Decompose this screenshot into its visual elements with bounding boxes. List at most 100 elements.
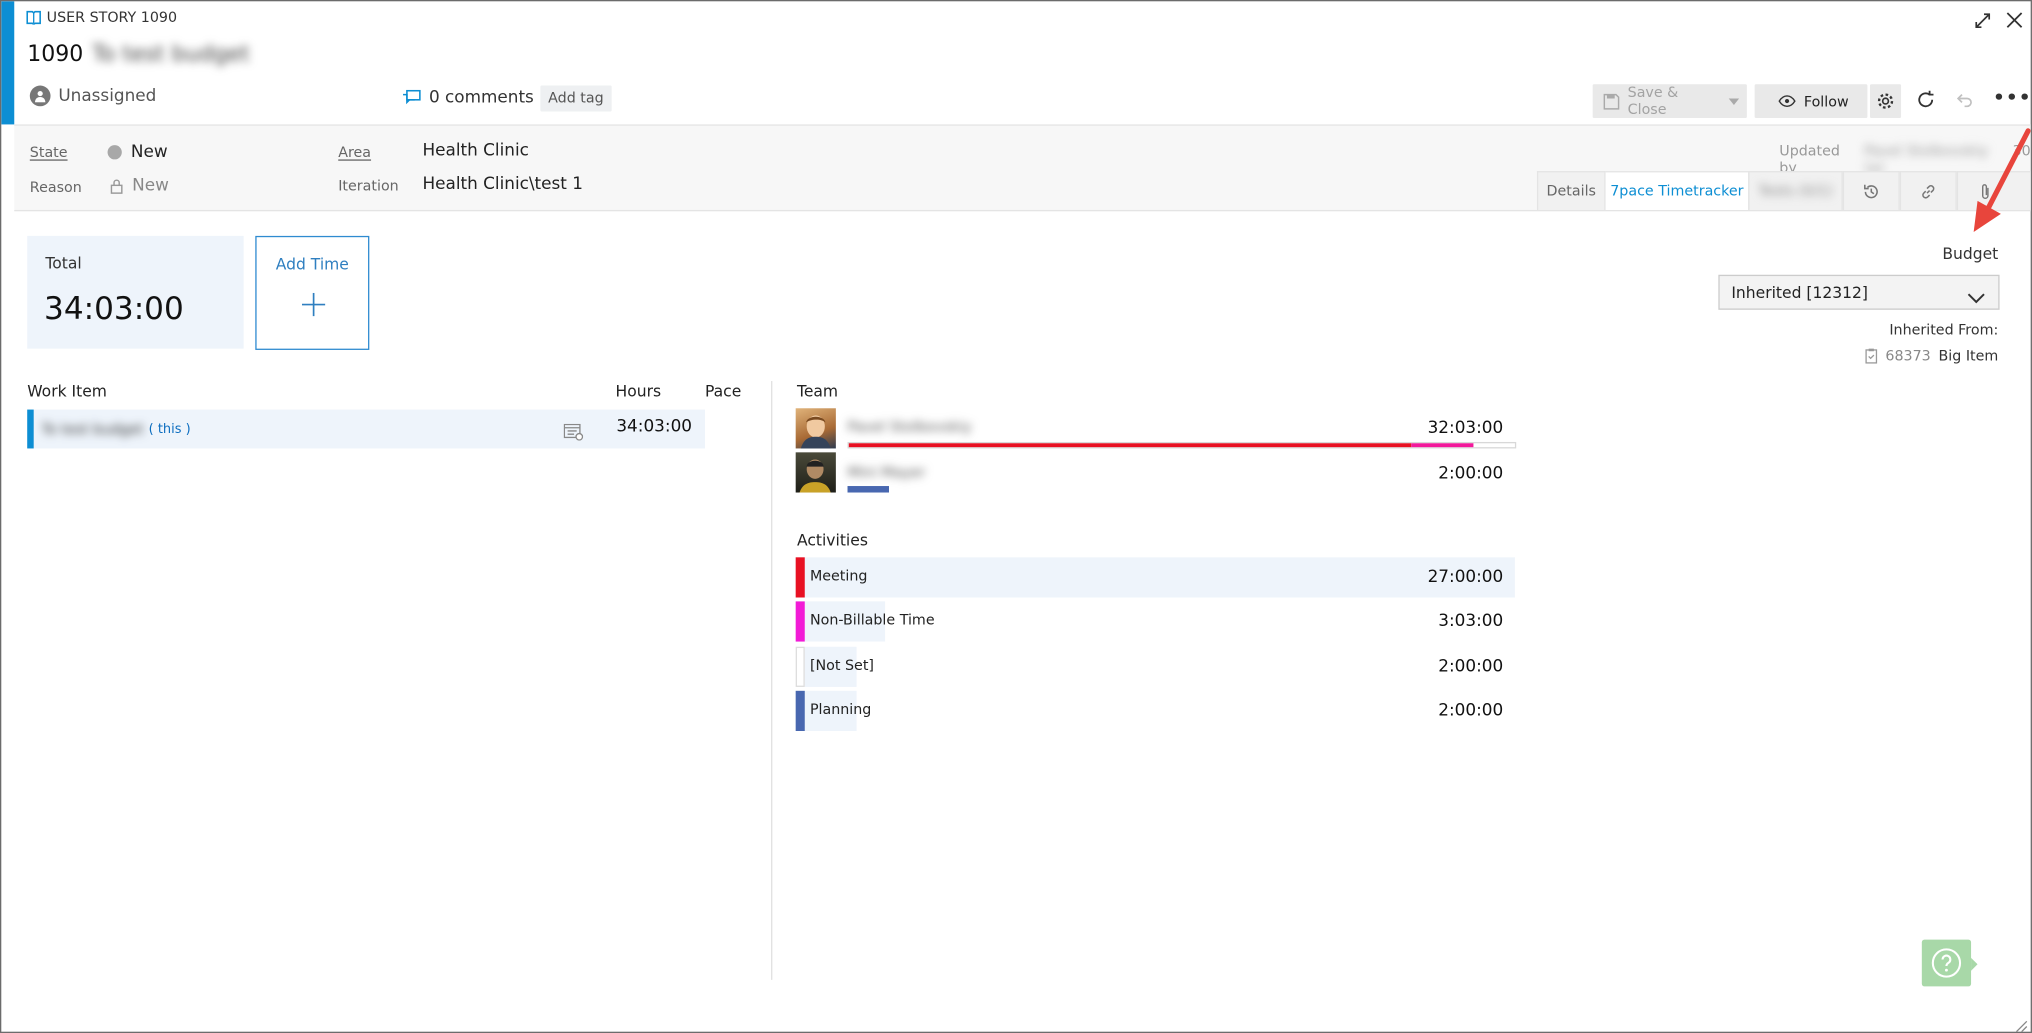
activity-row: [Not Set] 2:00:00 [795, 646, 1515, 687]
area-value[interactable]: Health Clinic [422, 141, 528, 160]
activity-row: Planning 2:00:00 [795, 690, 1515, 731]
state-picker[interactable]: New [107, 143, 168, 162]
add-time-label: Add Time [275, 255, 349, 274]
tab-hidden[interactable]: Tests (0/1) [1748, 171, 1843, 210]
state-dot-icon [107, 145, 122, 160]
save-icon [1603, 93, 1620, 110]
book-icon [26, 10, 42, 25]
table-row[interactable]: To test budget ( this ) 34:03:00 [27, 409, 705, 449]
pace-col-header: Pace [704, 382, 742, 401]
work-item-row-tag: ( this ) [148, 421, 191, 437]
area-label: Area [338, 143, 372, 161]
team-member-hours: 2:00:00 [1438, 464, 1504, 484]
save-dropdown-caret-icon[interactable] [1728, 97, 1740, 105]
iteration-value[interactable]: Health Clinic\test 1 [422, 175, 583, 194]
assignee-label: Unassigned [58, 86, 157, 106]
activity-hours: 2:00:00 [1438, 701, 1504, 721]
inherited-from-label: Inherited From: [1889, 321, 1999, 339]
user-avatar-icon [29, 85, 51, 107]
team-member-name: Pavel Stolbovskiy [847, 418, 972, 436]
reason-label: Reason [29, 178, 82, 196]
inherited-name: Big Item [1938, 347, 1999, 365]
tab-hidden-label: Tests (0/1) [1758, 182, 1833, 200]
activities-label: Activities [796, 531, 868, 550]
comments-count: 0 comments [428, 88, 534, 108]
settings-button[interactable] [1869, 84, 1902, 118]
activity-row: Meeting 27:00:00 [795, 557, 1515, 598]
tab-details[interactable]: Details [1536, 171, 1606, 210]
activity-hours: 27:00:00 [1427, 567, 1504, 588]
team-member-progress-bar [847, 486, 1517, 493]
work-item-type-label: USER STORY 1090 [46, 9, 178, 26]
activity-row: Non-Billable Time 3:03:00 [795, 601, 1515, 642]
budget-dropdown[interactable]: Inherited [12312] [1718, 274, 2000, 310]
eye-icon [1778, 95, 1796, 108]
activity-hours: 3:03:00 [1438, 612, 1504, 632]
clipboard-icon [1865, 347, 1878, 364]
work-item-type-accent [1, 1, 15, 125]
gear-icon [1876, 92, 1894, 110]
tab-history[interactable] [1842, 171, 1900, 210]
refresh-icon[interactable] [1915, 89, 1936, 115]
activity-color-swatch [795, 646, 805, 687]
save-close-button[interactable]: Save & Close [1592, 84, 1747, 118]
work-item-title[interactable]: To test budget [92, 41, 250, 67]
total-panel: Total 34:03:00 [27, 235, 244, 349]
budget-selected: Inherited [12312] [1731, 283, 1868, 302]
tab-timetracker-label: 7pace Timetracker [1610, 182, 1744, 200]
lock-icon [110, 178, 123, 194]
inherited-from-item[interactable]: 68373 Big Item [1865, 347, 1999, 365]
work-item-row-name[interactable]: To test budget [41, 421, 143, 438]
work-item-id: 1090 [27, 41, 84, 68]
expand-icon[interactable] [1972, 10, 1993, 36]
progress-segment [1410, 443, 1474, 448]
work-item-type-row: USER STORY 1090 [26, 9, 177, 26]
help-button[interactable] [1921, 939, 1972, 987]
activity-hours: 2:00:00 [1438, 656, 1504, 677]
iteration-label: Iteration [338, 177, 399, 195]
activity-share-fill [795, 557, 1515, 598]
budget-label: Budget [1942, 244, 1999, 264]
total-label: Total [45, 254, 82, 273]
more-actions-icon[interactable]: ••• [1993, 88, 2031, 109]
tab-links[interactable] [1899, 171, 1957, 210]
question-icon [1931, 947, 1962, 978]
activity-name: Non-Billable Time [809, 612, 935, 629]
activity-color-swatch [795, 601, 805, 642]
activity-color-swatch [795, 557, 805, 598]
tab-7pace-timetracker[interactable]: 7pace Timetracker [1605, 171, 1749, 210]
team-label: Team [796, 382, 839, 401]
activity-name: Meeting [809, 567, 868, 585]
resize-grip-icon[interactable] [2013, 1014, 2029, 1032]
history-icon [1862, 182, 1880, 200]
timesheet-icon[interactable] [563, 421, 584, 446]
assignee-picker[interactable]: Unassigned [29, 85, 157, 107]
undo-icon[interactable] [1954, 89, 1975, 115]
add-time-button[interactable]: Add Time [255, 235, 370, 350]
work-item-col-header: Work Item [27, 382, 107, 401]
plus-icon [301, 292, 326, 322]
chevron-down-icon [1967, 285, 1985, 310]
add-tag-button[interactable]: Add tag [540, 85, 612, 112]
inherited-id: 68373 [1885, 347, 1931, 365]
reason-field: New [110, 176, 169, 196]
team-member-hours: 32:03:00 [1427, 418, 1504, 439]
close-icon[interactable] [2005, 10, 2024, 35]
team-member-progress-bar [847, 441, 1517, 449]
follow-label: Follow [1803, 92, 1849, 110]
tab-strip: Details 7pace Timetracker Tests (0/1) [1536, 171, 2031, 210]
comments-link[interactable]: 0 comments [402, 88, 534, 108]
avatar [795, 408, 836, 449]
help-button-pointer [1971, 957, 1978, 971]
hours-col-header: Hours [615, 382, 662, 401]
work-item-dialog: USER STORY 1090 1090 To test budget Unas… [0, 0, 2032, 1033]
work-item-row-hours: 34:03:00 [616, 417, 693, 437]
save-close-label: Save & Close [1627, 84, 1679, 118]
tab-details-label: Details [1546, 182, 1596, 200]
activity-color-swatch [795, 690, 805, 731]
follow-button[interactable]: Follow [1754, 84, 1868, 118]
state-label: State [29, 143, 68, 161]
activity-list: Meeting 27:00:00 Non-Billable Time 3:03:00 [… [795, 557, 1515, 733]
annotation-arrow [1963, 126, 2031, 243]
activity-name: [Not Set] [809, 656, 874, 674]
